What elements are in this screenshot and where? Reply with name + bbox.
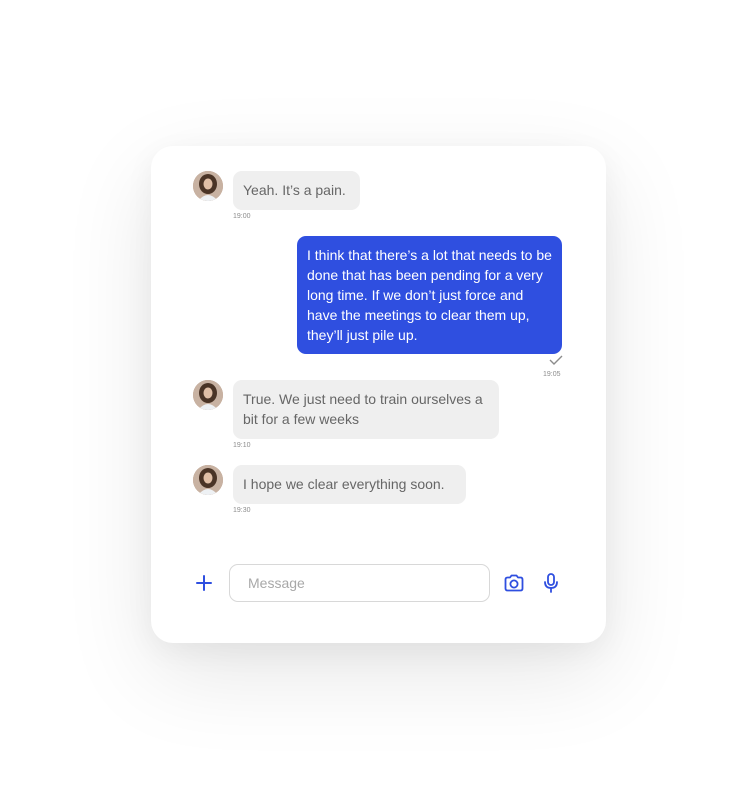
avatar-photo (193, 380, 223, 410)
plus-icon[interactable] (194, 573, 214, 593)
message-text: I hope we clear everything soon. (243, 476, 445, 492)
avatar-photo (193, 171, 223, 201)
message-bubble-incoming: True. We just need to train ourselves a … (233, 380, 499, 439)
chat-window: Yeah. It’s a pain. 19:00 I think that th… (151, 146, 606, 643)
page: Yeah. It’s a pain. 19:00 I think that th… (0, 0, 756, 798)
message-input[interactable] (229, 564, 490, 602)
microphone-icon[interactable] (539, 571, 563, 595)
message-timestamp: 19:05 (543, 371, 561, 378)
message-timestamp: 19:00 (233, 213, 251, 220)
avatar (193, 465, 223, 495)
message-bubble-outgoing: I think that there’s a lot that needs to… (297, 236, 562, 354)
camera-icon[interactable] (502, 571, 526, 595)
message-timestamp: 19:30 (233, 507, 251, 514)
message-text: I think that there’s a lot that needs to… (307, 247, 552, 343)
message-timestamp: 19:10 (233, 442, 251, 449)
message-text: Yeah. It’s a pain. (243, 182, 346, 198)
avatar-photo (193, 465, 223, 495)
avatar (193, 380, 223, 410)
message-bubble-incoming: I hope we clear everything soon. (233, 465, 466, 504)
message-bubble-incoming: Yeah. It’s a pain. (233, 171, 360, 210)
avatar (193, 171, 223, 201)
sent-check-icon (549, 355, 563, 365)
message-text: True. We just need to train ourselves a … (243, 391, 483, 427)
